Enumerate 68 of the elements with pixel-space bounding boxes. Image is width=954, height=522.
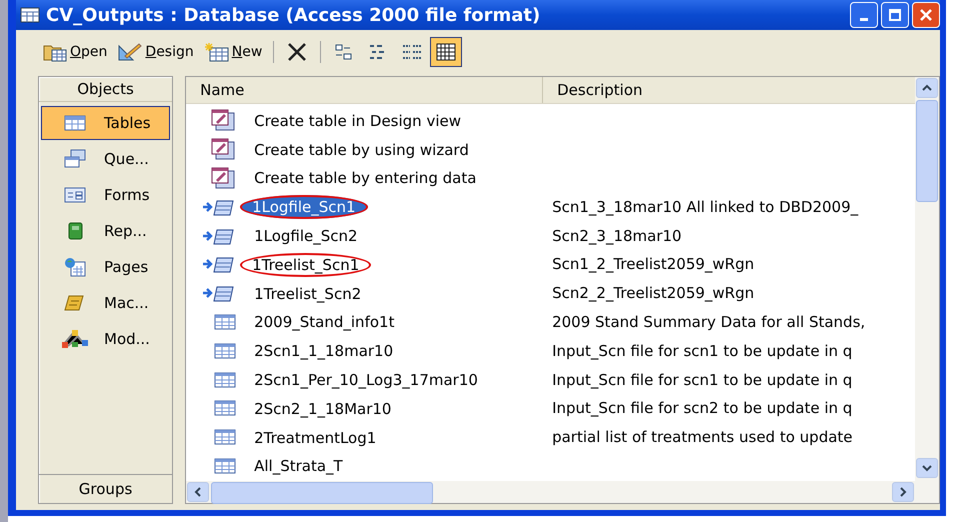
scroll-left-button[interactable] [187,482,210,502]
table-description: Input_Scn file for scn1 to be update in q [552,370,852,389]
object-type-item[interactable]: Pages [41,250,170,284]
table-description: Input_Scn file for scn2 to be update in q [552,399,852,418]
delete-icon [286,42,308,62]
pencil-table-icon [210,166,236,189]
window-title: CV_Outputs : Database (Access 2000 file format) [46,4,540,26]
table-description: Scn1_2_Treelist2059_wRgn [552,255,754,274]
close-icon [919,8,933,22]
object-type-item[interactable]: Que... [41,142,170,176]
table-icon [20,7,40,23]
details-icon [435,42,458,62]
horizontal-scrollbar[interactable] [186,481,915,503]
table-description: Scn2_2_Treelist2059_wRgn [552,284,754,302]
table-name[interactable]: 1Treelist_Scn1 [240,252,372,277]
table-description: Scn2_3_18mar10 [552,226,682,245]
object-type-item[interactable]: Rep... [41,214,170,248]
open-button[interactable]: Open [38,37,112,67]
groups-button[interactable]: Groups [39,474,172,503]
scroll-thumb[interactable] [211,482,434,504]
table-name[interactable]: Create table by using wizard [250,138,473,162]
maximize-button[interactable] [881,2,909,28]
minimize-button[interactable] [850,2,878,28]
table-icon [214,312,236,331]
design-button[interactable]: Design [113,37,198,67]
object-type-item[interactable]: Mac... [41,286,170,320]
table-name[interactable]: 2Scn1_1_18mar10 [250,339,398,364]
objects-header: Objects [39,77,172,102]
object-type-item[interactable]: Forms [41,178,170,212]
column-header[interactable]: Description [543,77,915,103]
table-description: Input_Scn file for scn1 to be update in q [552,342,852,360]
table-name[interactable]: 1Logfile_Scn2 [250,224,362,248]
table-description: Scn1_3_18mar10 All linked to DBD2009_ [552,198,858,216]
table-icon [214,370,236,389]
list-icon [401,42,424,62]
scroll-up-button[interactable] [916,78,938,98]
table-icon [214,342,236,360]
table-name[interactable]: 1Logfile_Scn1 [240,195,368,220]
table-name[interactable]: All_Strata_T [250,454,347,478]
vertical-scrollbar[interactable] [915,77,939,503]
ruler-pencil-icon [117,42,144,62]
maximize-icon [888,8,902,22]
pencil-table-icon [210,138,236,160]
table-name[interactable]: 2Scn1_Per_10_Log3_17mar10 [250,368,482,392]
table-icon [214,428,236,446]
close-button[interactable] [912,2,940,28]
table-description: 2009 Stand Summary Data for all Stands, [552,312,866,331]
pencil-table-icon [210,109,236,132]
minimize-icon [860,18,868,21]
table-icon [214,456,236,475]
table-name[interactable]: Create table by entering data [250,166,480,190]
table-name[interactable]: 2009_Stand_info1t [250,310,398,334]
table-description: partial list of treatments used to update [552,428,853,446]
table-icon [214,399,236,418]
table-name[interactable]: 2Scn2_1_18Mar10 [250,396,396,421]
object-type-item[interactable]: Tables [41,106,170,140]
scroll-down-button[interactable] [916,458,938,478]
module-icon [60,328,90,350]
table-name[interactable]: Create table in Design view [250,108,466,133]
object-type-item[interactable]: Mod... [41,322,170,356]
new-button[interactable]: New [200,37,266,67]
scroll-thumb[interactable] [916,100,938,202]
new-table-icon [204,42,230,62]
scroll-right-button[interactable] [892,482,914,502]
table-name[interactable]: 2TreatmentLog1 [250,426,380,450]
column-header[interactable]: Name [186,77,544,103]
details-button[interactable] [430,37,462,67]
table-name[interactable]: 1Treelist_Scn2 [250,282,366,306]
